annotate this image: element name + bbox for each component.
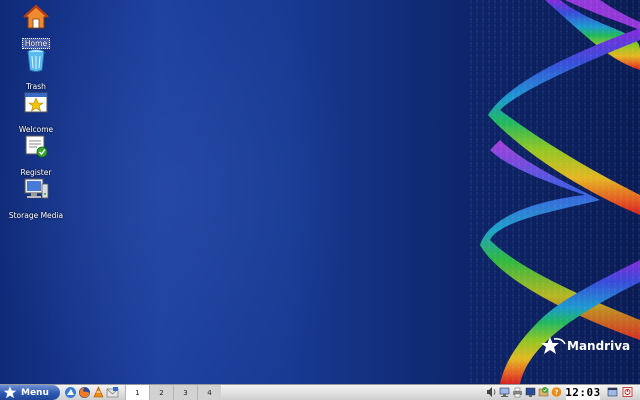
desktop-icon-welcome[interactable]: Welcome [0,90,72,136]
monitor-icon[interactable] [525,386,536,398]
menu-label: Menu [21,387,49,398]
pager-desktop-4[interactable]: 4 [197,385,221,400]
desktop: Home Trash Welcome Register Storage Medi… [0,0,640,384]
show-desktop-icon[interactable] [607,386,618,398]
pager-desktop-3[interactable]: 3 [173,385,197,400]
desktop-icon-home[interactable]: Home [0,4,72,50]
konqueror-icon[interactable] [64,386,77,399]
mandriva-logo: Mandriva [540,336,630,356]
taskbar: Menu 1 2 3 4 ? 12:03 [0,384,640,400]
updates-icon[interactable] [538,386,549,398]
pager-desktop-2[interactable]: 2 [149,385,173,400]
desktop-icon-label: Storage Media [8,211,64,220]
network-icon[interactable] [499,386,510,398]
svg-text:?: ? [554,389,558,397]
trash-icon [27,49,45,72]
logout-icon[interactable] [622,386,633,398]
printer-icon[interactable] [512,386,523,398]
storage-media-icon [24,178,49,199]
welcome-icon [24,92,48,113]
desktop-icon-storage-media[interactable]: Storage Media [0,176,72,222]
firefox-icon[interactable] [78,386,91,399]
desktop-pager: 1 2 3 4 [125,385,221,400]
clock[interactable]: 12:03 [565,385,600,400]
brand-name: Mandriva [567,339,631,353]
home-icon [23,4,49,29]
wallpaper-helix [470,0,640,384]
desktop-icon-trash[interactable]: Trash [0,47,72,93]
mandriva-star-icon [3,386,17,399]
menu-button[interactable]: Menu [0,385,60,400]
desktop-icon-register[interactable]: Register [0,133,72,179]
volume-icon[interactable] [486,386,497,398]
mandriva-star-icon [541,337,566,354]
register-icon [25,135,48,158]
vlc-icon[interactable] [92,386,105,399]
pager-desktop-1[interactable]: 1 [125,385,149,400]
help-icon[interactable]: ? [551,386,562,398]
kmail-icon[interactable] [106,386,119,399]
